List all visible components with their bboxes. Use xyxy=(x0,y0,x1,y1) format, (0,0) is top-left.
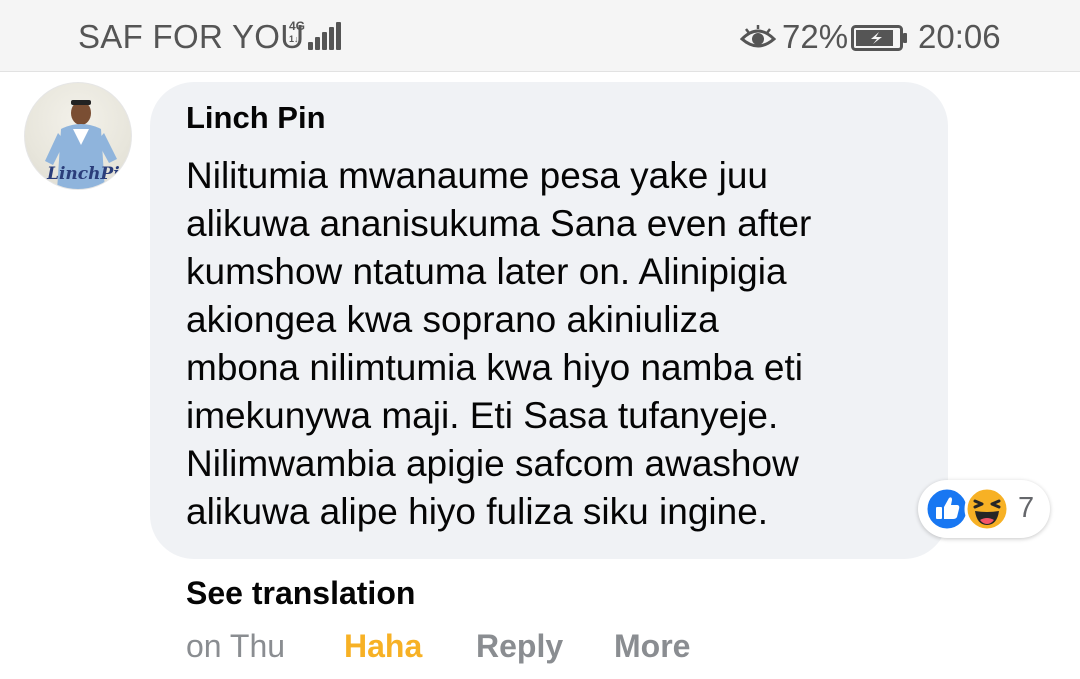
battery-percent: 72% xyxy=(782,18,849,55)
haha-icon xyxy=(964,486,1010,532)
comment-author[interactable]: Linch Pin xyxy=(186,100,326,136)
network-type-indicator: 4G 1↓ xyxy=(289,19,306,45)
status-bar: SAF FOR YOU 4G 1↓ 72% 20:06 xyxy=(0,0,1080,72)
comment-timestamp: on Thu xyxy=(186,628,286,664)
see-translation-link[interactable]: See translation xyxy=(186,575,415,612)
haha-reaction-button[interactable]: Haha xyxy=(344,628,422,665)
comment-text: Nilitumia mwanaume pesa yake juu alikuwa… xyxy=(186,155,812,532)
profile-picture: LinchPin xyxy=(45,100,132,189)
clock: 20:06 xyxy=(918,18,1001,55)
signal-icon xyxy=(308,22,341,50)
avatar[interactable]: LinchPin xyxy=(24,82,132,190)
reaction-summary[interactable]: 7 xyxy=(918,480,1050,538)
carrier-name: SAF FOR YOU xyxy=(78,18,305,55)
reaction-count: 7 xyxy=(1018,492,1035,524)
svg-text:LinchPin: LinchPin xyxy=(46,164,132,184)
battery-charging-icon xyxy=(851,25,907,51)
eye-comfort-icon xyxy=(740,25,776,48)
reply-button[interactable]: Reply xyxy=(476,628,563,665)
more-button[interactable]: More xyxy=(614,628,690,665)
